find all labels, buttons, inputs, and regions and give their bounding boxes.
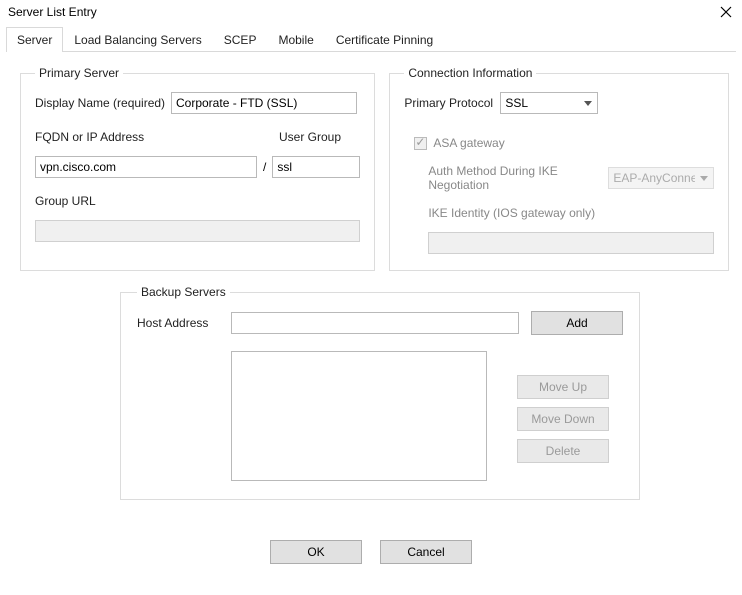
delete-button: Delete [517,439,609,463]
window-title: Server List Entry [8,5,97,19]
tab-server[interactable]: Server [6,27,63,52]
ike-identity-label: IKE Identity (IOS gateway only) [428,206,595,220]
tab-content: Primary Server Display Name (required) F… [0,52,742,572]
display-name-label: Display Name (required) [35,96,171,110]
primary-server-group: Primary Server Display Name (required) F… [20,66,375,271]
tab-load-balancing[interactable]: Load Balancing Servers [63,27,212,52]
user-group-label: User Group [279,130,341,144]
close-icon[interactable] [716,2,736,22]
add-button[interactable]: Add [531,311,623,335]
backup-servers-wrap: Backup Servers Host Address Add Move Up … [120,285,640,500]
ok-button[interactable]: OK [270,540,362,564]
fqdn-label: FQDN or IP Address [35,130,144,144]
host-address-label: Host Address [137,316,219,330]
tab-cert-pinning[interactable]: Certificate Pinning [325,27,444,52]
move-down-button: Move Down [517,407,609,431]
cancel-button[interactable]: Cancel [380,540,472,564]
connection-info-legend: Connection Information [404,66,536,80]
display-name-input[interactable] [171,92,357,114]
tab-scep[interactable]: SCEP [213,27,268,52]
asa-gateway-label: ASA gateway [433,136,504,150]
dialog-buttons: OK Cancel [20,540,722,564]
tab-mobile[interactable]: Mobile [267,27,324,52]
backup-servers-legend: Backup Servers [137,285,230,299]
group-url-display [35,220,360,242]
fqdn-input[interactable] [35,156,257,178]
move-up-button: Move Up [517,375,609,399]
auth-method-select: EAP-AnyConnect [608,167,714,189]
fqdn-usergroup-separator: / [257,160,272,174]
primary-protocol-label: Primary Protocol [404,96,500,110]
asa-gateway-checkbox [414,137,427,150]
backup-server-list[interactable] [231,351,487,481]
group-url-label: Group URL [35,194,96,208]
ike-identity-input [428,232,714,254]
tab-bar: Server Load Balancing Servers SCEP Mobil… [0,24,742,52]
connection-info-group: Connection Information Primary Protocol … [389,66,729,271]
host-address-input[interactable] [231,312,519,334]
primary-server-legend: Primary Server [35,66,123,80]
backup-servers-group: Backup Servers Host Address Add Move Up … [120,285,640,500]
user-group-input[interactable] [272,156,360,178]
auth-method-label: Auth Method During IKE Negotiation [428,164,608,192]
primary-protocol-select[interactable]: SSL [500,92,598,114]
title-bar: Server List Entry [0,0,742,24]
